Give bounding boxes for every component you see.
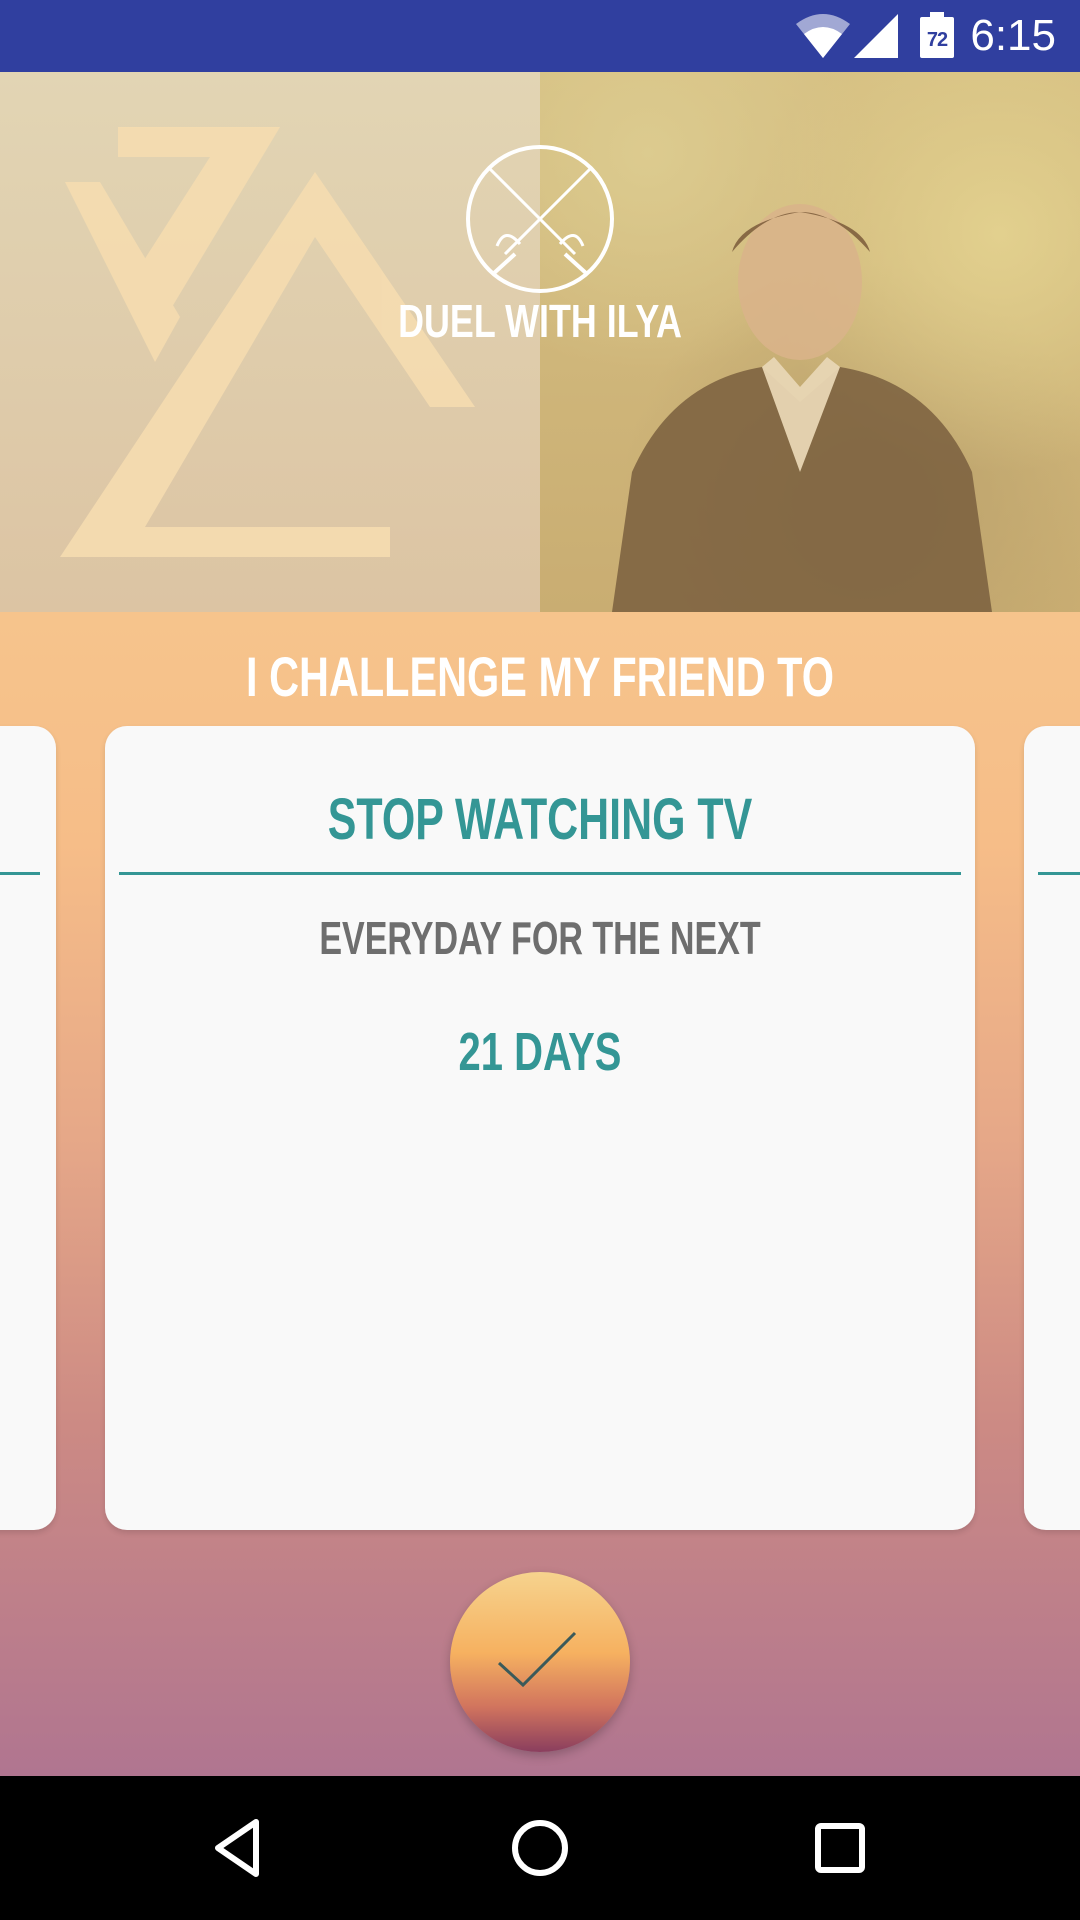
duel-header: DUEL WITH ILYA xyxy=(0,72,1080,612)
battery-icon: 72 xyxy=(920,12,954,58)
recents-icon[interactable] xyxy=(804,1812,876,1884)
challenge-title: STOP WATCHING TV xyxy=(327,787,753,852)
card-divider xyxy=(1038,872,1080,875)
card-divider xyxy=(0,872,40,875)
home-icon[interactable] xyxy=(504,1812,576,1884)
next-challenge-card[interactable] xyxy=(1024,726,1080,1530)
duel-title: DUEL WITH ILYA xyxy=(398,295,682,347)
challenge-section: I CHALLENGE MY FRIEND TO STOP WATCHING T… xyxy=(0,612,1080,1776)
challenge-card[interactable]: STOP WATCHING TV EVERYDAY FOR THE NEXT 2… xyxy=(105,726,975,1530)
challenge-frequency: EVERYDAY FOR THE NEXT xyxy=(319,912,761,964)
back-icon[interactable] xyxy=(204,1812,276,1884)
confirm-challenge-button[interactable] xyxy=(450,1572,630,1752)
crossed-swords-icon xyxy=(465,144,615,294)
card-divider xyxy=(119,872,961,875)
checkmark-icon xyxy=(497,1631,577,1688)
friend-avatar-image xyxy=(612,204,992,612)
cell-signal-icon xyxy=(854,14,898,58)
wifi-icon xyxy=(796,14,850,58)
clock: 6:15 xyxy=(970,11,1056,60)
battery-level: 72 xyxy=(926,29,948,51)
challenge-heading: I CHALLENGE MY FRIEND TO xyxy=(246,645,834,708)
status-bar: 72 6:15 xyxy=(0,0,1080,72)
challenge-duration: 21 DAYS xyxy=(458,1022,622,1082)
navigation-bar xyxy=(0,1776,1080,1920)
previous-challenge-card[interactable] xyxy=(0,726,56,1530)
